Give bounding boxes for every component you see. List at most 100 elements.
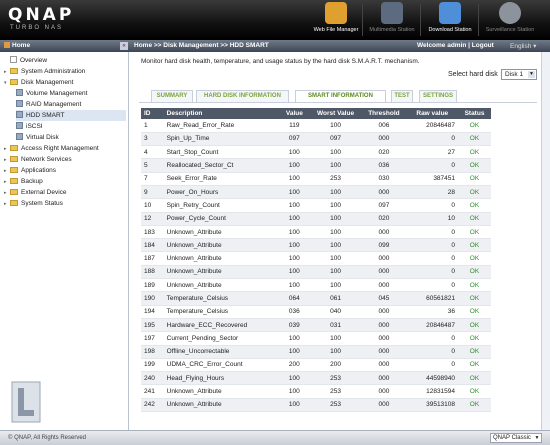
- cell-description: Unknown_Attribute: [163, 225, 279, 240]
- table-row: 9 Power_On_Hours 100 100 000 28 OK: [141, 185, 491, 200]
- cell-status: OK: [458, 198, 491, 213]
- cell-description: Unknown_Attribute: [163, 251, 279, 266]
- cell-description: Current_Pending_Sector: [163, 331, 279, 346]
- cell-raw-value: 0: [406, 198, 459, 213]
- sidebar-item-backup[interactable]: ▸ Backup: [4, 176, 43, 187]
- cell-worst-value: 100: [309, 185, 362, 200]
- disk-icon: [16, 122, 23, 129]
- cell-id: 242: [141, 398, 164, 413]
- hard-disk-select[interactable]: Disk 1 ▼: [501, 69, 537, 80]
- cell-worst-value: 200: [309, 358, 362, 373]
- cell-worst-value: 253: [309, 172, 362, 186]
- cell-status: OK: [458, 212, 491, 226]
- sidebar-item-virtual-disk[interactable]: Virtual Disk: [16, 132, 59, 143]
- table-row: 184 Unknown_Attribute 100 100 099 0 OK: [141, 238, 491, 253]
- cell-id: 240: [141, 371, 164, 386]
- col-status: Status: [458, 108, 491, 119]
- welcome-logout[interactable]: Welcome admin | Logout: [417, 42, 494, 49]
- theme-select[interactable]: QNAP Classic ▼: [490, 433, 542, 443]
- cell-status: OK: [458, 318, 491, 333]
- sidebar-item-iscsi[interactable]: iSCSI: [16, 121, 43, 132]
- folder-open-icon: [10, 79, 18, 85]
- tab-test[interactable]: TEST: [391, 90, 413, 102]
- cell-raw-value: 39513108: [406, 398, 459, 413]
- surveillance-station-icon: [499, 2, 521, 24]
- cell-threshold: 000: [361, 132, 407, 147]
- surveillance-station-button[interactable]: Surveillance Station: [482, 2, 538, 38]
- collapse-sidebar-button[interactable]: «: [120, 42, 128, 50]
- cell-id: 189: [141, 278, 164, 293]
- cell-worst-value: 061: [309, 291, 362, 306]
- cell-id: 9: [141, 185, 164, 200]
- cell-id: 197: [141, 331, 164, 346]
- cell-id: 190: [141, 291, 164, 306]
- cell-threshold: 000: [361, 371, 407, 386]
- cell-description: Start_Stop_Count: [163, 145, 279, 160]
- multimedia-station-button[interactable]: Multimedia Station: [364, 2, 420, 38]
- download-station-button[interactable]: Download Station: [422, 2, 478, 38]
- cell-threshold: 099: [361, 238, 407, 253]
- sidebar-item-external-device[interactable]: ▸ External Device: [4, 187, 67, 198]
- home-link[interactable]: Home: [0, 40, 128, 52]
- cell-description: Raw_Read_Error_Rate: [163, 119, 279, 133]
- main-panel: Monitor hard disk health, temperature, a…: [131, 52, 550, 430]
- disk-icon: [16, 100, 23, 107]
- cell-raw-value: 0: [406, 132, 459, 147]
- cell-value: 100: [278, 371, 310, 386]
- scrollbar[interactable]: [541, 52, 550, 430]
- table-row: 183 Unknown_Attribute 100 100 000 0 OK: [141, 225, 491, 240]
- col-description: Description: [163, 108, 279, 119]
- sidebar-item-system-administration[interactable]: ▸ System Administration: [4, 66, 85, 77]
- tab-settings[interactable]: SETTINGS: [419, 90, 457, 102]
- table-row: 194 Temperature_Celsius 036 040 000 36 OK: [141, 305, 491, 319]
- cell-status: OK: [458, 345, 491, 359]
- cell-worst-value: 100: [309, 345, 362, 359]
- top-header: QNAP TURBO NAS Web File Manager Multimed…: [0, 0, 550, 40]
- web-file-manager-button[interactable]: Web File Manager: [308, 2, 364, 38]
- cell-description: UDMA_CRC_Error_Count: [163, 358, 279, 373]
- folder-icon: [10, 145, 18, 151]
- tab-hard-disk-information[interactable]: HARD DISK INFORMATION: [196, 90, 289, 102]
- sidebar-item-disk-management[interactable]: ▾ Disk Management: [4, 77, 73, 88]
- cell-raw-value: 0: [406, 265, 459, 280]
- cell-description: Hardware_ECC_Recovered: [163, 318, 279, 333]
- sidebar-item-applications[interactable]: ▸ Applications: [4, 165, 56, 176]
- cell-threshold: 000: [361, 318, 407, 333]
- breadcrumb: Home >> Disk Management >> HDD SMART: [134, 42, 269, 49]
- cell-raw-value: 12831594: [406, 384, 459, 399]
- cell-status: OK: [458, 371, 491, 386]
- sidebar-item-volume-management[interactable]: Volume Management: [16, 88, 87, 99]
- cell-status: OK: [458, 185, 491, 200]
- folder-icon: [10, 156, 18, 162]
- cell-value: 100: [278, 158, 310, 173]
- cell-value: 100: [278, 251, 310, 266]
- sidebar-item-network-services[interactable]: ▸ Network Services: [4, 154, 72, 165]
- cell-value: 100: [278, 198, 310, 213]
- cell-status: OK: [458, 119, 491, 133]
- cell-raw-value: 20846487: [406, 318, 459, 333]
- cell-value: 097: [278, 132, 310, 147]
- cell-value: 100: [278, 384, 310, 399]
- cell-description: Temperature_Celsius: [163, 291, 279, 306]
- disk-icon: [16, 89, 23, 96]
- cell-id: 3: [141, 132, 164, 147]
- cell-raw-value: 0: [406, 331, 459, 346]
- language-select[interactable]: English ▾: [510, 42, 536, 50]
- sidebar-item-access-right-management[interactable]: ▸ Access Right Management: [4, 143, 99, 154]
- smart-table: ID Description Value Worst Value Thresho…: [141, 108, 491, 413]
- cell-raw-value: 0: [406, 158, 459, 173]
- tab-summary[interactable]: SUMMARY: [151, 90, 193, 102]
- cell-id: 183: [141, 225, 164, 240]
- cell-status: OK: [458, 358, 491, 373]
- sidebar-item-hdd-smart[interactable]: HDD SMART: [16, 110, 126, 121]
- cell-status: OK: [458, 158, 491, 173]
- nav-bar: Home « Home >> Disk Management >> HDD SM…: [0, 40, 550, 52]
- sidebar-item-overview[interactable]: Overview: [4, 55, 47, 66]
- cell-value: 119: [278, 119, 310, 133]
- cell-status: OK: [458, 251, 491, 266]
- cell-raw-value: 60561821: [406, 291, 459, 306]
- table-row: 240 Head_Flying_Hours 100 253 000 44598940 OK: [141, 371, 491, 386]
- sidebar-item-raid-management[interactable]: RAID Management: [16, 99, 81, 110]
- sidebar-item-system-status[interactable]: ▸ System Status: [4, 198, 63, 209]
- select-hard-disk-label: Select hard disk: [448, 71, 498, 78]
